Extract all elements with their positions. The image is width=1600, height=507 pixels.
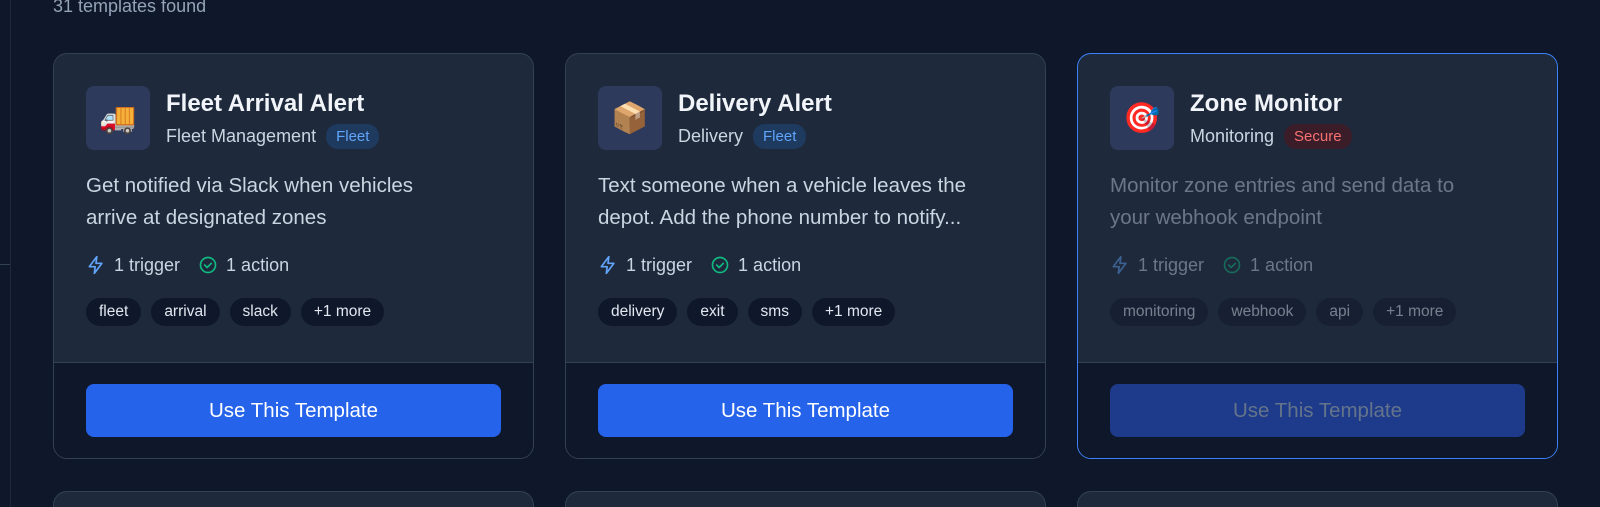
action-count: 1 action — [1222, 255, 1313, 276]
target-icon: 🎯 — [1110, 86, 1174, 150]
template-subtitle: Monitoring Secure — [1190, 122, 1352, 150]
description-line: Monitor zone entries and send data to — [1110, 174, 1455, 197]
template-card[interactable] — [53, 491, 534, 507]
card-footer: Use This Template — [566, 362, 1045, 458]
trigger-count: 1 trigger — [86, 255, 180, 276]
card-footer: Use This Template — [54, 362, 533, 458]
template-description: Monitor zone entries and send data to yo… — [1110, 170, 1530, 234]
action-count: 1 action — [710, 255, 801, 276]
check-circle-icon — [1223, 256, 1241, 274]
truck-icon: 🚚 — [86, 86, 150, 150]
more-tags[interactable]: +1 more — [1373, 298, 1457, 326]
tag: slack — [229, 298, 291, 326]
tag-list: monitoring webhook api +1 more — [1110, 298, 1457, 326]
check-circle-icon — [199, 256, 217, 274]
use-template-button[interactable]: Use This Template — [86, 384, 501, 437]
tag-list: fleet arrival slack +1 more — [86, 298, 385, 326]
tag: api — [1316, 298, 1364, 326]
more-tags[interactable]: +1 more — [300, 298, 385, 326]
card-footer: Use This Template — [1078, 362, 1557, 458]
template-description: Get notified via Slack when vehicles arr… — [86, 170, 506, 234]
tag: exit — [687, 298, 738, 326]
template-category: Monitoring — [1190, 125, 1275, 146]
template-meta: 1 trigger 1 action — [1110, 252, 1313, 278]
tag-list: delivery exit sms +1 more — [598, 298, 896, 326]
category-badge: Fleet — [753, 123, 807, 149]
template-meta: 1 trigger 1 action — [598, 252, 801, 278]
use-template-button[interactable]: Use This Template — [1110, 384, 1525, 437]
results-count: 31 templates found — [53, 0, 207, 16]
template-title: Zone Monitor — [1190, 90, 1342, 117]
action-count: 1 action — [198, 255, 289, 276]
template-subtitle: Fleet Management Fleet — [166, 122, 380, 150]
template-subtitle: Delivery Fleet — [678, 122, 807, 150]
tag: monitoring — [1110, 298, 1209, 326]
description-line: your webhook endpoint — [1110, 206, 1322, 229]
template-meta: 1 trigger 1 action — [86, 252, 289, 278]
template-card[interactable] — [565, 491, 1046, 507]
trigger-count: 1 trigger — [598, 255, 692, 276]
template-card-fleet-arrival-alert[interactable]: 🚚 Fleet Arrival Alert Fleet Management F… — [53, 53, 534, 459]
sidebar-divider-tick — [0, 264, 10, 265]
description-line: Text someone when a vehicle leaves the — [598, 174, 967, 197]
tag: delivery — [598, 298, 678, 326]
template-title: Delivery Alert — [678, 90, 832, 117]
sidebar-edge — [0, 0, 11, 507]
category-badge: Fleet — [326, 123, 380, 149]
package-icon: 📦 — [598, 86, 662, 150]
tag: fleet — [86, 298, 142, 326]
template-category: Fleet Management — [166, 125, 317, 146]
lightning-icon — [600, 255, 615, 275]
security-badge: Secure — [1284, 123, 1352, 149]
lightning-icon — [88, 255, 103, 275]
template-card[interactable] — [1077, 491, 1558, 507]
description-line: arrive at designated zones — [86, 206, 327, 229]
template-card-delivery-alert[interactable]: 📦 Delivery Alert Delivery Fleet Text som… — [565, 53, 1046, 459]
trigger-count: 1 trigger — [1110, 255, 1204, 276]
tag: sms — [747, 298, 802, 326]
more-tags[interactable]: +1 more — [811, 298, 896, 326]
use-template-button[interactable]: Use This Template — [598, 384, 1013, 437]
template-card-zone-monitor[interactable]: 🎯 Zone Monitor Monitoring Secure Monitor… — [1077, 53, 1558, 459]
tag: arrival — [151, 298, 220, 326]
description-line: Get notified via Slack when vehicles — [86, 174, 414, 197]
check-circle-icon — [711, 256, 729, 274]
template-description: Text someone when a vehicle leaves the d… — [598, 170, 1018, 234]
template-category: Delivery — [678, 125, 744, 146]
tag: webhook — [1218, 298, 1307, 326]
lightning-icon — [1112, 255, 1127, 275]
template-title: Fleet Arrival Alert — [166, 90, 365, 117]
description-line: depot. Add the phone number to notify... — [598, 206, 962, 229]
